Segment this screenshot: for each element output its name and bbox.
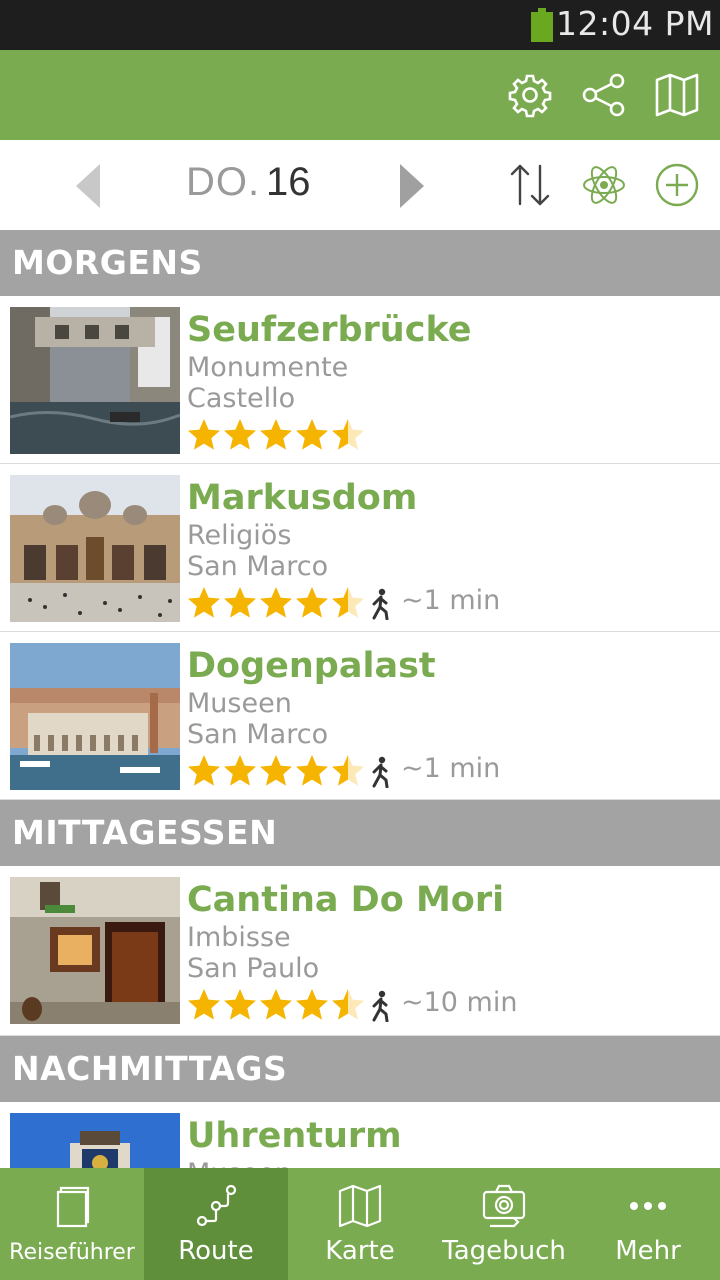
sort-icon[interactable] — [507, 162, 553, 208]
star-icon — [260, 989, 292, 1020]
item-title: Markusdom — [187, 478, 418, 518]
walking-icon — [372, 756, 389, 788]
prev-arrow-icon[interactable] — [74, 164, 104, 208]
nav-item-map[interactable]: Karte — [288, 1168, 432, 1280]
walking-time: ~1 min — [401, 585, 501, 616]
item-title: Seufzerbrücke — [187, 310, 472, 350]
thumbnail-image — [10, 307, 180, 454]
item-category: Religiös — [187, 520, 292, 551]
item-category: Museen — [187, 688, 292, 719]
nav-item-more[interactable]: Mehr — [576, 1168, 720, 1280]
rating-stars — [186, 987, 366, 1023]
add-icon[interactable] — [654, 162, 700, 208]
star-icon — [224, 989, 256, 1020]
thumbnail-image — [10, 877, 180, 1024]
rating-stars — [186, 753, 366, 789]
star-icon — [188, 587, 220, 618]
item-title: Uhrenturm — [187, 1116, 402, 1156]
star-icon — [188, 989, 220, 1020]
section-title: NACHMITTAGS — [12, 1049, 288, 1088]
star-icon — [224, 755, 256, 786]
share-icon[interactable] — [581, 72, 627, 118]
list-item[interactable]: Markusdom Religiös San Marco ~1 min — [0, 464, 720, 632]
route-icon — [196, 1184, 237, 1227]
status-bar: 12:04 PM — [0, 0, 720, 50]
star-icon — [296, 587, 328, 618]
bottom-navigation: Reiseführer Route Karte Tagebuch Mehr — [0, 1168, 720, 1280]
star-icon — [296, 989, 328, 1020]
app-toolbar — [0, 50, 720, 140]
star-icon — [260, 755, 292, 786]
walking-icon — [372, 588, 389, 620]
item-area: Castello — [187, 383, 296, 414]
atom-icon[interactable] — [581, 162, 627, 208]
nav-label: Reiseführer — [9, 1240, 135, 1265]
star-icon — [188, 755, 220, 786]
section-title: MITTAGESSEN — [12, 813, 278, 852]
guidebook-icon — [56, 1186, 90, 1228]
nav-label: Mehr — [615, 1236, 681, 1266]
item-category: Monumente — [187, 352, 349, 383]
star-icon — [260, 419, 292, 450]
star-icon — [296, 755, 328, 786]
nav-label: Route — [178, 1236, 254, 1266]
item-title: Dogenpalast — [187, 646, 436, 686]
thumbnail-image — [10, 643, 180, 790]
section-header-morning: MORGENS — [0, 230, 720, 296]
more-icon — [630, 1202, 666, 1210]
star-icon — [332, 419, 364, 450]
walking-time: ~1 min — [401, 753, 501, 784]
day-number: 16 — [266, 160, 311, 204]
star-icon — [224, 587, 256, 618]
map-icon — [338, 1184, 382, 1228]
star-icon — [188, 419, 220, 450]
thumbnail-image — [10, 475, 180, 622]
list-item[interactable]: Cantina Do Mori Imbisse San Paulo ~10 mi… — [0, 866, 720, 1036]
item-area: San Marco — [187, 551, 329, 582]
rating-stars — [186, 585, 366, 621]
item-title: Cantina Do Mori — [187, 880, 505, 920]
battery-icon — [531, 8, 553, 42]
nav-item-route[interactable]: Route — [144, 1168, 288, 1280]
walking-icon — [372, 990, 389, 1022]
gear-icon[interactable] — [507, 72, 553, 118]
list-item[interactable]: Seufzerbrücke Monumente Castello — [0, 296, 720, 464]
star-icon — [296, 419, 328, 450]
status-time: 12:04 PM — [556, 4, 714, 43]
item-area: San Paulo — [187, 953, 320, 984]
day-weekday: DO. — [186, 160, 261, 204]
star-icon — [332, 989, 364, 1020]
section-header-afternoon: NACHMITTAGS — [0, 1036, 720, 1102]
section-title: MORGENS — [12, 243, 203, 282]
map-icon[interactable] — [654, 72, 700, 118]
thumbnail-image — [10, 1113, 180, 1168]
list-item[interactable]: Uhrenturm Museen — [0, 1102, 720, 1168]
star-icon — [224, 419, 256, 450]
list-item[interactable]: Dogenpalast Museen San Marco ~1 min — [0, 632, 720, 800]
item-category: Museen — [187, 1158, 292, 1168]
nav-item-guidebook[interactable]: Reiseführer — [0, 1168, 144, 1280]
section-header-lunch: MITTAGESSEN — [0, 800, 720, 866]
item-category: Imbisse — [187, 922, 291, 953]
nav-label: Tagebuch — [442, 1236, 566, 1266]
camera-icon — [482, 1184, 526, 1228]
nav-label: Karte — [325, 1236, 395, 1266]
nav-item-journal[interactable]: Tagebuch — [432, 1168, 576, 1280]
star-icon — [332, 755, 364, 786]
walking-time: ~10 min — [401, 987, 518, 1018]
star-icon — [260, 587, 292, 618]
rating-stars — [186, 417, 366, 453]
item-area: San Marco — [187, 719, 329, 750]
star-icon — [332, 587, 364, 618]
day-navigation: DO. 16 — [0, 140, 720, 230]
next-arrow-icon[interactable] — [396, 164, 426, 208]
